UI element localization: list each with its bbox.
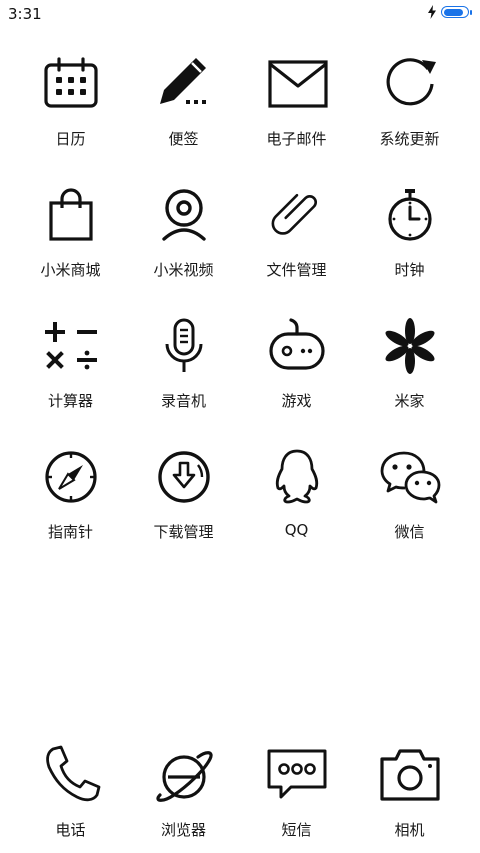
- app-recorder[interactable]: 录音机: [127, 314, 240, 445]
- app-label: 电话: [55, 821, 86, 839]
- app-label: 小米视频: [153, 261, 214, 279]
- qq-icon: [275, 449, 318, 504]
- messages-icon: [267, 749, 326, 799]
- app-file-manager[interactable]: 文件管理: [240, 183, 353, 314]
- status-bar: 3:31: [0, 0, 480, 28]
- file-manager-icon: [271, 193, 317, 235]
- recorder-icon: [165, 318, 202, 372]
- app-games[interactable]: 游戏: [240, 314, 353, 445]
- shopping-bag-icon: [48, 188, 93, 241]
- app-compass[interactable]: 指南针: [14, 445, 127, 576]
- status-time: 3:31: [8, 5, 42, 23]
- battery-level: [444, 8, 463, 16]
- app-label: 日历: [55, 130, 86, 148]
- app-label: 录音机: [160, 392, 206, 410]
- email-icon: [267, 60, 328, 108]
- app-mi-video[interactable]: 小米视频: [127, 183, 240, 314]
- app-label: 指南针: [47, 523, 93, 541]
- calculator-icon: [44, 322, 97, 370]
- app-label: QQ: [284, 521, 309, 539]
- calendar-icon: [43, 57, 98, 108]
- clock-icon: [387, 189, 432, 241]
- app-calculator[interactable]: 计算器: [14, 314, 127, 445]
- app-messages[interactable]: 短信: [240, 743, 353, 840]
- wechat-icon: [380, 451, 440, 504]
- notes-icon: [159, 58, 206, 104]
- app-label: 浏览器: [160, 821, 206, 839]
- app-camera[interactable]: 相机: [353, 743, 466, 840]
- mijia-icon: [384, 318, 435, 374]
- app-label: 游戏: [281, 392, 312, 410]
- update-icon: [386, 58, 436, 106]
- game-icon: [268, 318, 325, 370]
- app-email[interactable]: 电子邮件: [240, 52, 353, 183]
- video-icon: [161, 189, 206, 241]
- app-mijia[interactable]: 米家: [353, 314, 466, 445]
- app-label: 计算器: [47, 392, 93, 410]
- browser-icon: [155, 751, 213, 802]
- app-clock[interactable]: 时钟: [353, 183, 466, 314]
- app-qq[interactable]: QQ: [240, 445, 353, 576]
- app-browser[interactable]: 浏览器: [127, 743, 240, 840]
- app-grid: 日历 便签 电子邮件 系统更新 小米商城 小米视频 文件管理 时钟 计算器 录音…: [14, 52, 466, 576]
- app-label: 短信: [281, 821, 312, 839]
- app-label: 电子邮件: [266, 130, 327, 148]
- app-system-update[interactable]: 系统更新: [353, 52, 466, 183]
- app-label: 时钟: [394, 261, 425, 279]
- charging-icon: [428, 5, 436, 19]
- battery-tip: [470, 9, 472, 15]
- app-wechat[interactable]: 微信: [353, 445, 466, 576]
- status-icons: [427, 5, 472, 19]
- app-label: 系统更新: [379, 130, 440, 148]
- dock: 电话 浏览器 短信 相机: [14, 743, 466, 840]
- app-label: 米家: [394, 392, 425, 410]
- app-notes[interactable]: 便签: [127, 52, 240, 183]
- app-label: 文件管理: [266, 261, 327, 279]
- app-label: 便签: [168, 130, 199, 148]
- app-label: 下载管理: [153, 523, 214, 541]
- compass-icon: [44, 451, 97, 503]
- app-mi-store[interactable]: 小米商城: [14, 183, 127, 314]
- camera-icon: [379, 749, 440, 801]
- app-phone[interactable]: 电话: [14, 743, 127, 840]
- app-label: 相机: [394, 821, 425, 839]
- app-label: 小米商城: [40, 261, 101, 279]
- phone-icon: [45, 745, 100, 802]
- app-downloads[interactable]: 下载管理: [127, 445, 240, 576]
- app-label: 微信: [394, 523, 425, 541]
- battery-icon: [441, 6, 469, 18]
- download-icon: [157, 451, 210, 503]
- app-calendar[interactable]: 日历: [14, 52, 127, 183]
